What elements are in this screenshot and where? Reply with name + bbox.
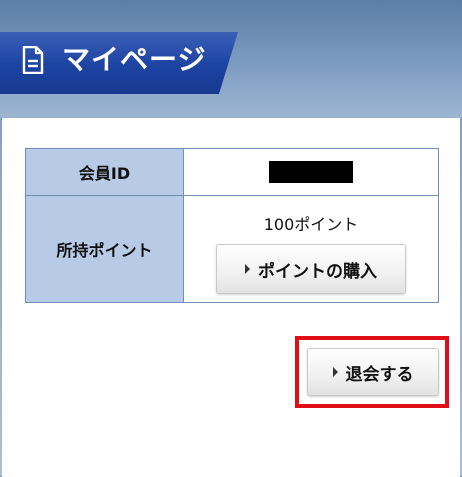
member-id-value <box>183 147 439 197</box>
caret-right-icon <box>245 264 250 275</box>
buy-points-button[interactable]: ポイントの購入 <box>216 244 406 295</box>
member-id-label: 会員ID <box>25 147 184 197</box>
table-row-points: 所持ポイント 100ポイント ポイントの購入 <box>25 195 439 303</box>
member-id-redacted <box>269 161 353 184</box>
member-info-table: 会員ID 所持ポイント 100ポイント ポイントの購入 <box>25 147 439 303</box>
points-cell: 100ポイント ポイントの購入 <box>183 195 439 303</box>
caret-right-icon <box>332 367 338 377</box>
buy-points-label: ポイントの購入 <box>258 261 377 282</box>
page-title: マイページ <box>62 43 207 76</box>
withdraw-label: 退会する <box>345 364 414 385</box>
withdraw-button[interactable]: 退会する <box>307 348 439 396</box>
document-icon <box>22 45 44 75</box>
points-label: 所持ポイント <box>25 195 184 303</box>
points-value: 100ポイント <box>263 215 359 235</box>
table-row-member-id: 会員ID <box>25 147 439 197</box>
